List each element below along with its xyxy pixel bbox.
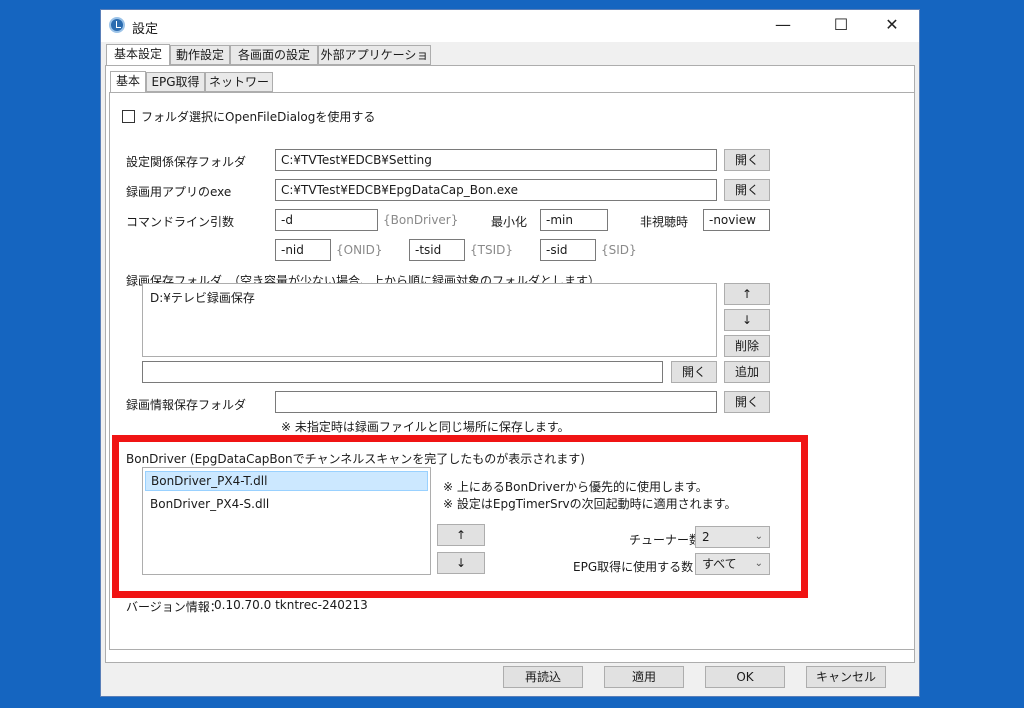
rec-app-open-button[interactable]: 開く xyxy=(724,179,770,201)
ok-button[interactable]: OK xyxy=(705,666,785,688)
reload-button[interactable]: 再読込 xyxy=(503,666,583,688)
bondriver-label: BonDriver (EpgDataCapBonでチャンネルスキャンを完了したも… xyxy=(126,452,585,466)
list-item[interactable]: BonDriver_PX4-S.dll xyxy=(145,494,428,514)
tab-sub-epg[interactable]: EPG取得 xyxy=(146,72,205,92)
cmdline-label: コマンドライン引数 xyxy=(126,215,235,229)
minimize-button[interactable]: — xyxy=(760,10,806,42)
cmdline-sid-field[interactable]: -sid xyxy=(540,239,596,261)
clock-icon xyxy=(109,17,125,33)
rec-info-folder-label: 録画情報保存フォルダ xyxy=(126,398,247,412)
tab-behavior-settings[interactable]: 動作設定 xyxy=(170,45,230,65)
setting-folder-label: 設定関係保存フォルダ xyxy=(126,155,247,169)
epg-count-label: EPG取得に使用する数 xyxy=(573,560,694,574)
rec-folder-up-button[interactable]: ↑ xyxy=(724,283,770,305)
epg-count-value: すべて xyxy=(702,557,737,571)
bondriver-up-button[interactable]: ↑ xyxy=(437,524,485,546)
tab-basic-settings[interactable]: 基本設定 xyxy=(106,44,170,66)
rec-app-field[interactable]: C:¥TVTest¥EDCB¥EpgDataCap_Bon.exe xyxy=(275,179,717,201)
list-item[interactable]: D:¥テレビ録画保存 xyxy=(145,288,714,308)
window-title: 設定 xyxy=(132,22,159,37)
cmdline-tsid-field[interactable]: -tsid xyxy=(409,239,465,261)
cmdline-nid-field[interactable]: -nid xyxy=(275,239,331,261)
maximize-button[interactable]: ☐ xyxy=(818,10,864,42)
settings-window: 設定 — ☐ ✕ 基本設定 動作設定 各画面の設定 外部アプリケーション 基本 … xyxy=(101,10,919,696)
open-file-dialog-checkbox[interactable] xyxy=(122,110,135,123)
epg-count-select[interactable]: すべて ⌄ xyxy=(695,553,770,575)
chevron-down-icon: ⌄ xyxy=(754,531,763,542)
noview-label: 非視聴時 xyxy=(640,215,689,229)
tab-screen-settings[interactable]: 各画面の設定 xyxy=(230,45,318,65)
rec-folder-down-button[interactable]: ↓ xyxy=(724,309,770,331)
bondriver-down-button[interactable]: ↓ xyxy=(437,552,485,574)
tuner-count-label: チューナー数 xyxy=(629,533,702,547)
tab-external-apps[interactable]: 外部アプリケーション xyxy=(318,45,431,81)
setting-folder-field[interactable]: C:¥TVTest¥EDCB¥Setting xyxy=(275,149,717,171)
cancel-button[interactable]: キャンセル xyxy=(806,666,886,688)
cmdline-d-field[interactable]: -d xyxy=(275,209,378,231)
rec-folders-list[interactable]: D:¥テレビ録画保存 xyxy=(142,283,717,357)
cmdline-noview-field[interactable]: -noview xyxy=(703,209,770,231)
bondriver-note-apply: ※ 設定はEpgTimerSrvの次回起動時に適用されます。 xyxy=(443,497,737,511)
sid-hint: {SID} xyxy=(601,243,637,257)
rec-folder-open-button[interactable]: 開く xyxy=(671,361,717,383)
setting-folder-open-button[interactable]: 開く xyxy=(724,149,770,171)
tab-sub-basic[interactable]: 基本 xyxy=(110,71,146,93)
version-value: 0.10.70.0 tkntrec-240213 xyxy=(214,598,368,612)
apply-button[interactable]: 適用 xyxy=(604,666,684,688)
bondriver-note-priority: ※ 上にあるBonDriverから優先的に使用します。 xyxy=(443,480,708,494)
list-item-selected[interactable]: BonDriver_PX4-T.dll xyxy=(145,471,428,491)
rec-info-folder-note: ※ 未指定時は録画ファイルと同じ場所に保存します。 xyxy=(281,420,570,434)
rec-folder-add-button[interactable]: 追加 xyxy=(724,361,770,383)
tsid-hint: {TSID} xyxy=(470,243,513,257)
rec-app-label: 録画用アプリのexe xyxy=(126,185,232,199)
onid-hint: {ONID} xyxy=(336,243,383,257)
close-button[interactable]: ✕ xyxy=(869,10,915,42)
open-file-dialog-label: フォルダ選択にOpenFileDialogを使用する xyxy=(141,110,376,124)
chevron-down-icon: ⌄ xyxy=(754,558,763,569)
rec-info-folder-field[interactable] xyxy=(275,391,717,413)
title-bar: 設定 — ☐ ✕ xyxy=(101,10,919,42)
version-label: バージョン情報： xyxy=(126,600,222,614)
cmdline-min-field[interactable]: -min xyxy=(540,209,608,231)
bondriver-list[interactable]: BonDriver_PX4-T.dll BonDriver_PX4-S.dll xyxy=(142,467,431,575)
tuner-count-value: 2 xyxy=(702,530,710,544)
new-rec-folder-field[interactable] xyxy=(142,361,663,383)
minimize-label: 最小化 xyxy=(491,215,528,229)
bondriver-hint: {BonDriver} xyxy=(383,213,459,227)
rec-folder-delete-button[interactable]: 削除 xyxy=(724,335,770,357)
tab-sub-network[interactable]: ネットワーク xyxy=(205,72,273,108)
tuner-count-select[interactable]: 2 ⌄ xyxy=(695,526,770,548)
rec-info-folder-open-button[interactable]: 開く xyxy=(724,391,770,413)
